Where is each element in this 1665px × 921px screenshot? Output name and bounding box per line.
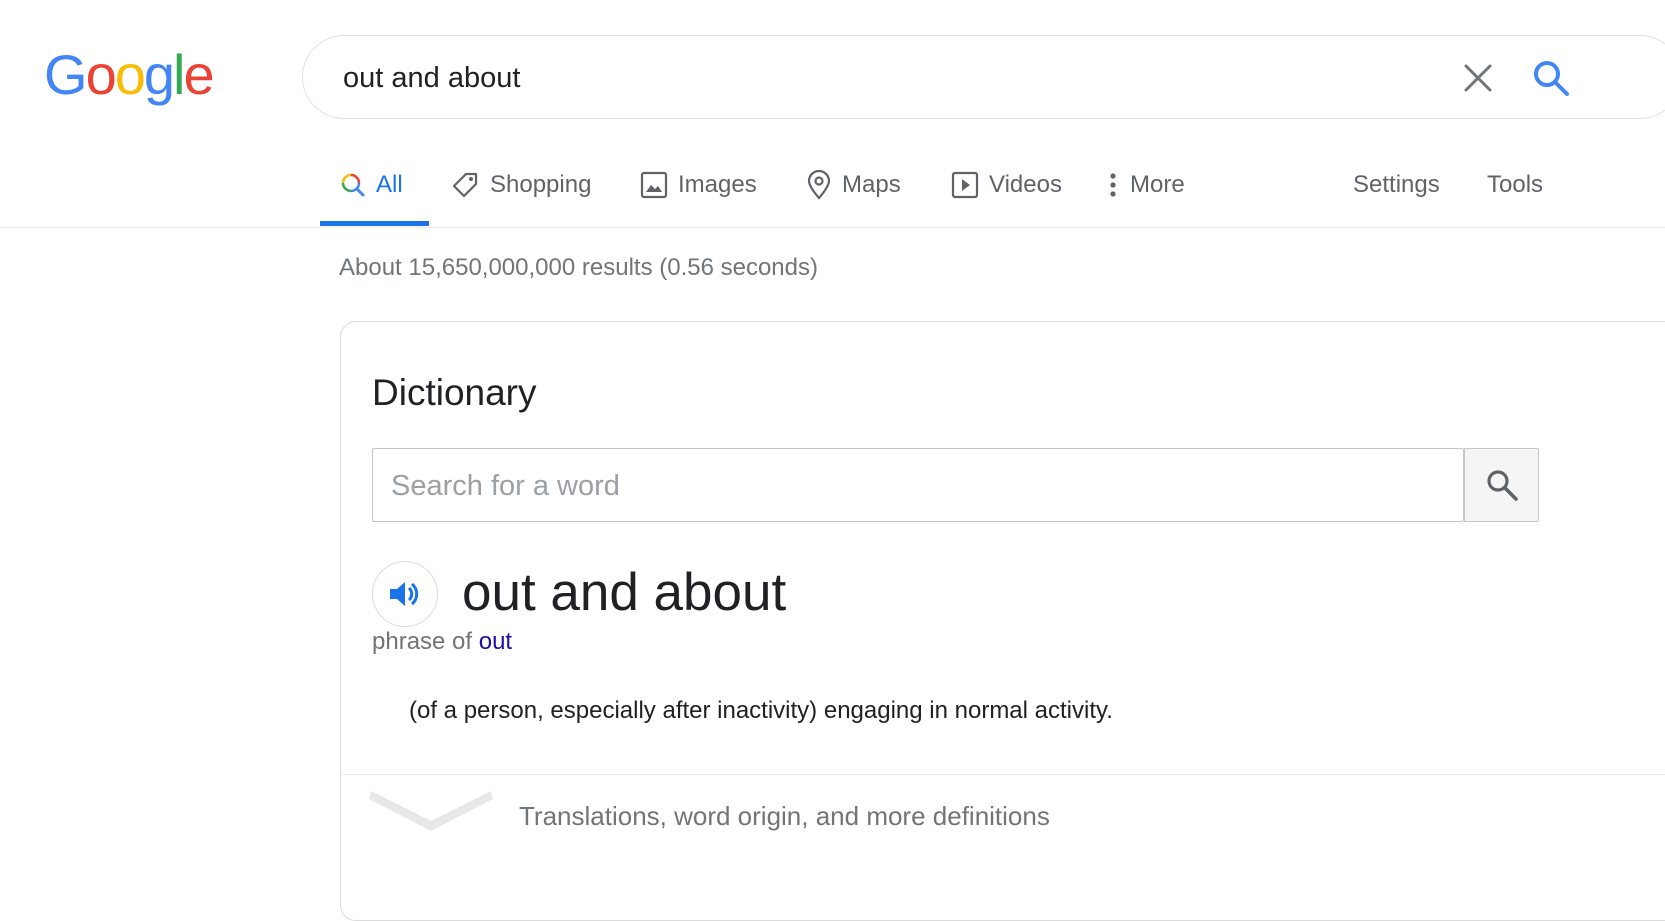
logo-letter: g bbox=[143, 43, 175, 106]
tab-label: All bbox=[376, 171, 403, 198]
active-tab-indicator bbox=[320, 221, 429, 226]
map-pin-icon bbox=[806, 170, 832, 200]
tab-label: Maps bbox=[842, 171, 901, 198]
definition-text: (of a person, especially after inactivit… bbox=[409, 697, 1113, 724]
more-vert-icon bbox=[1106, 171, 1120, 199]
search-icon bbox=[1486, 470, 1518, 501]
search-input[interactable] bbox=[341, 54, 1425, 102]
tab-maps[interactable]: Maps bbox=[806, 165, 901, 205]
tab-shopping[interactable]: Shopping bbox=[452, 165, 591, 205]
logo-letter: o bbox=[114, 43, 146, 106]
tab-label: Shopping bbox=[490, 171, 592, 198]
close-icon bbox=[1464, 64, 1492, 92]
image-icon bbox=[640, 171, 668, 199]
headword: out and about bbox=[462, 563, 787, 622]
logo-letter: l bbox=[173, 43, 186, 106]
more-definitions-label: Translations, word origin, and more defi… bbox=[519, 801, 1050, 831]
pronunciation-button[interactable] bbox=[372, 561, 438, 627]
tag-icon bbox=[452, 171, 480, 199]
phrase-link[interactable]: out bbox=[479, 628, 512, 655]
search-tabs: All Shopping Images Maps Videos More Set… bbox=[0, 150, 1665, 228]
dictionary-card: Dictionary out and about phrase of out (… bbox=[340, 321, 1665, 921]
dictionary-search-button[interactable] bbox=[1464, 448, 1539, 522]
settings-link[interactable]: Settings bbox=[1353, 165, 1440, 205]
logo-letter: e bbox=[183, 43, 214, 106]
google-logo[interactable]: Google bbox=[44, 42, 215, 107]
tab-all[interactable]: All bbox=[340, 165, 403, 205]
play-icon bbox=[951, 171, 979, 199]
tab-videos[interactable]: Videos bbox=[951, 165, 1062, 205]
more-definitions-button[interactable]: Translations, word origin, and more defi… bbox=[341, 775, 1665, 855]
clear-search-button[interactable] bbox=[1460, 60, 1496, 96]
speaker-icon bbox=[390, 582, 419, 606]
logo-letter: G bbox=[44, 43, 88, 106]
phrase-prefix: phrase of bbox=[372, 628, 479, 655]
tools-link[interactable]: Tools bbox=[1487, 165, 1543, 205]
search-button[interactable] bbox=[1531, 58, 1571, 98]
dictionary-search-box bbox=[372, 448, 1464, 522]
tab-more[interactable]: More bbox=[1106, 165, 1185, 205]
tab-label: Images bbox=[678, 171, 757, 198]
search-box bbox=[302, 35, 1665, 119]
tab-images[interactable]: Images bbox=[640, 165, 757, 205]
logo-letter: o bbox=[85, 43, 117, 106]
dictionary-search-input[interactable] bbox=[389, 463, 1443, 509]
search-icon bbox=[1534, 61, 1569, 96]
tab-label: Videos bbox=[989, 171, 1062, 198]
phrase-of: phrase of out bbox=[372, 628, 512, 656]
tab-label: More bbox=[1130, 171, 1185, 198]
chevron-down-icon bbox=[369, 791, 493, 831]
card-title: Dictionary bbox=[372, 372, 537, 413]
search-icon bbox=[340, 172, 366, 198]
result-stats: About 15,650,000,000 results (0.56 secon… bbox=[339, 254, 818, 281]
